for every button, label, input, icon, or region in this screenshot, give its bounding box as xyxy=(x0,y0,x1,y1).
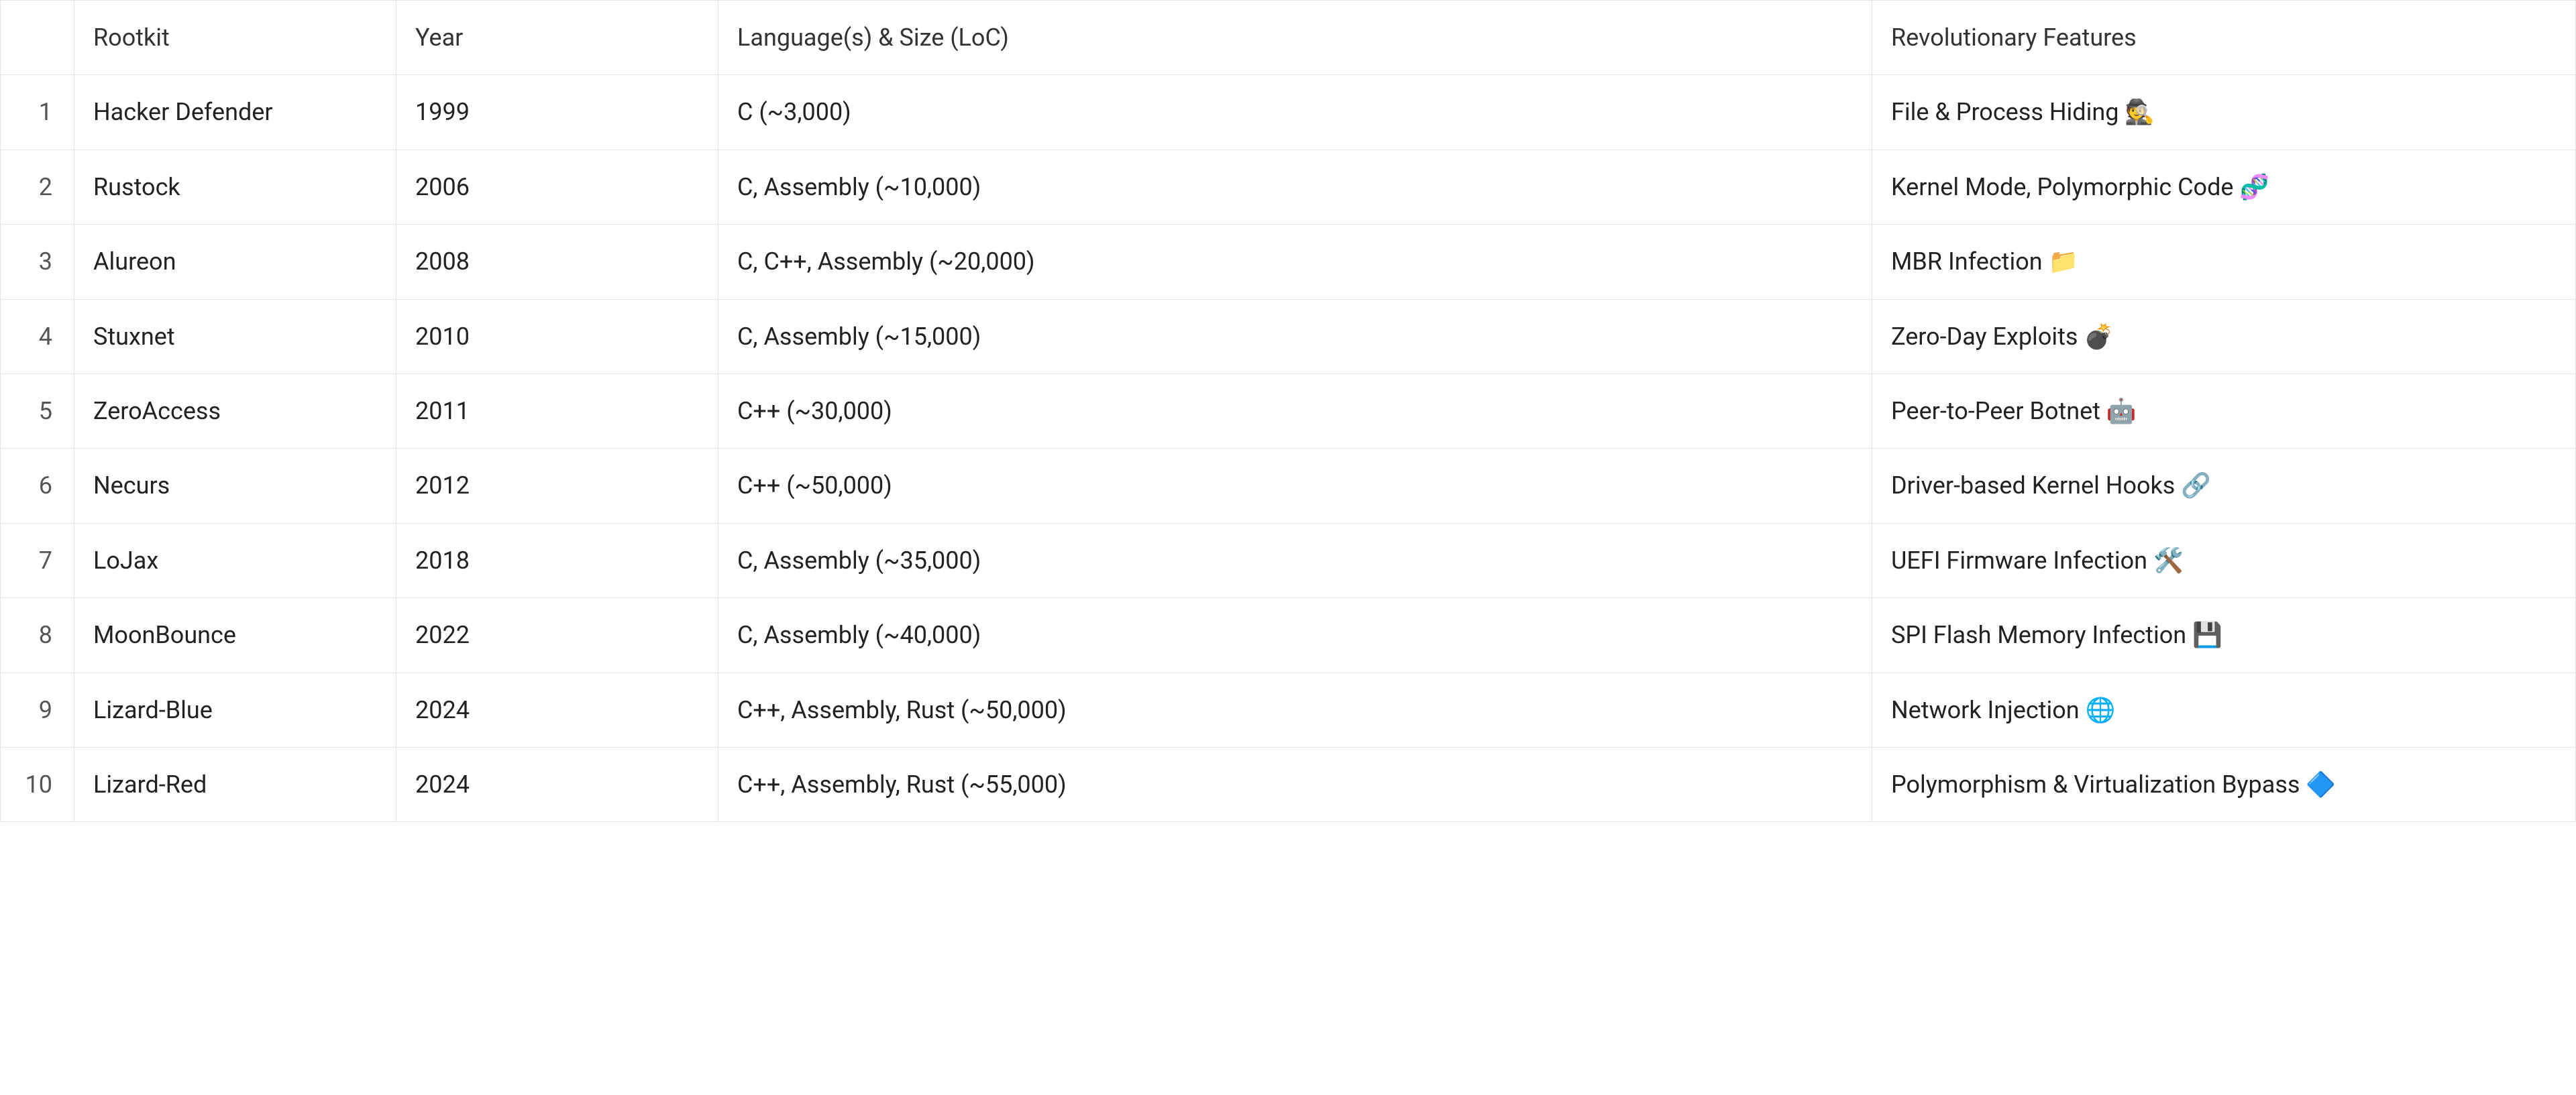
table-row: 7 LoJax 2018 C, Assembly (~35,000) UEFI … xyxy=(1,523,2576,597)
cell-rootkit: MoonBounce xyxy=(74,598,396,673)
cell-rootkit: Hacker Defender xyxy=(74,75,396,150)
cell-lang: C, Assembly (~15,000) xyxy=(718,299,1872,373)
table-row: 8 MoonBounce 2022 C, Assembly (~40,000) … xyxy=(1,598,2576,673)
cell-year: 1999 xyxy=(396,75,718,150)
header-index xyxy=(1,1,74,75)
cell-lang: C, Assembly (~35,000) xyxy=(718,523,1872,597)
cell-year: 2022 xyxy=(396,598,718,673)
table-row: 1 Hacker Defender 1999 C (~3,000) File &… xyxy=(1,75,2576,150)
header-lang: Language(s) & Size (LoC) xyxy=(718,1,1872,75)
cell-index: 5 xyxy=(1,373,74,448)
cell-rootkit: Lizard-Red xyxy=(74,747,396,821)
cell-features: Kernel Mode, Polymorphic Code 🧬 xyxy=(1872,150,2576,224)
cell-index: 9 xyxy=(1,673,74,747)
cell-features: Driver-based Kernel Hooks 🔗 xyxy=(1872,449,2576,523)
cell-features: Zero-Day Exploits 💣 xyxy=(1872,299,2576,373)
table-row: 4 Stuxnet 2010 C, Assembly (~15,000) Zer… xyxy=(1,299,2576,373)
cell-features: Peer-to-Peer Botnet 🤖 xyxy=(1872,373,2576,448)
header-row: Rootkit Year Language(s) & Size (LoC) Re… xyxy=(1,1,2576,75)
cell-features: Network Injection 🌐 xyxy=(1872,673,2576,747)
cell-index: 3 xyxy=(1,225,74,299)
cell-rootkit: Stuxnet xyxy=(74,299,396,373)
cell-features: File & Process Hiding 🕵️ xyxy=(1872,75,2576,150)
cell-year: 2024 xyxy=(396,673,718,747)
header-rootkit: Rootkit xyxy=(74,1,396,75)
cell-features: MBR Infection 📁 xyxy=(1872,225,2576,299)
cell-rootkit: Lizard-Blue xyxy=(74,673,396,747)
header-year: Year xyxy=(396,1,718,75)
table-row: 2 Rustock 2006 C, Assembly (~10,000) Ker… xyxy=(1,150,2576,224)
cell-year: 2018 xyxy=(396,523,718,597)
cell-features: Polymorphism & Virtualization Bypass 🔷 xyxy=(1872,747,2576,821)
rootkit-table: Rootkit Year Language(s) & Size (LoC) Re… xyxy=(0,0,2576,822)
cell-year: 2010 xyxy=(396,299,718,373)
cell-lang: C++ (~30,000) xyxy=(718,373,1872,448)
cell-index: 10 xyxy=(1,747,74,821)
cell-index: 8 xyxy=(1,598,74,673)
cell-year: 2006 xyxy=(396,150,718,224)
cell-index: 2 xyxy=(1,150,74,224)
cell-year: 2024 xyxy=(396,747,718,821)
cell-lang: C, Assembly (~10,000) xyxy=(718,150,1872,224)
table-row: 10 Lizard-Red 2024 C++, Assembly, Rust (… xyxy=(1,747,2576,821)
cell-index: 7 xyxy=(1,523,74,597)
table-row: 3 Alureon 2008 C, C++, Assembly (~20,000… xyxy=(1,225,2576,299)
cell-year: 2012 xyxy=(396,449,718,523)
cell-rootkit: LoJax xyxy=(74,523,396,597)
cell-features: SPI Flash Memory Infection 💾 xyxy=(1872,598,2576,673)
table-body: 1 Hacker Defender 1999 C (~3,000) File &… xyxy=(1,75,2576,822)
cell-lang: C++ (~50,000) xyxy=(718,449,1872,523)
table-row: 9 Lizard-Blue 2024 C++, Assembly, Rust (… xyxy=(1,673,2576,747)
cell-index: 6 xyxy=(1,449,74,523)
cell-features: UEFI Firmware Infection 🛠️ xyxy=(1872,523,2576,597)
cell-year: 2011 xyxy=(396,373,718,448)
cell-lang: C, Assembly (~40,000) xyxy=(718,598,1872,673)
cell-rootkit: ZeroAccess xyxy=(74,373,396,448)
table-row: 5 ZeroAccess 2011 C++ (~30,000) Peer-to-… xyxy=(1,373,2576,448)
cell-lang: C++, Assembly, Rust (~50,000) xyxy=(718,673,1872,747)
header-features: Revolutionary Features xyxy=(1872,1,2576,75)
cell-rootkit: Alureon xyxy=(74,225,396,299)
cell-lang: C, C++, Assembly (~20,000) xyxy=(718,225,1872,299)
cell-rootkit: Necurs xyxy=(74,449,396,523)
cell-lang: C (~3,000) xyxy=(718,75,1872,150)
cell-lang: C++, Assembly, Rust (~55,000) xyxy=(718,747,1872,821)
table-row: 6 Necurs 2012 C++ (~50,000) Driver-based… xyxy=(1,449,2576,523)
cell-year: 2008 xyxy=(396,225,718,299)
cell-index: 4 xyxy=(1,299,74,373)
cell-rootkit: Rustock xyxy=(74,150,396,224)
cell-index: 1 xyxy=(1,75,74,150)
